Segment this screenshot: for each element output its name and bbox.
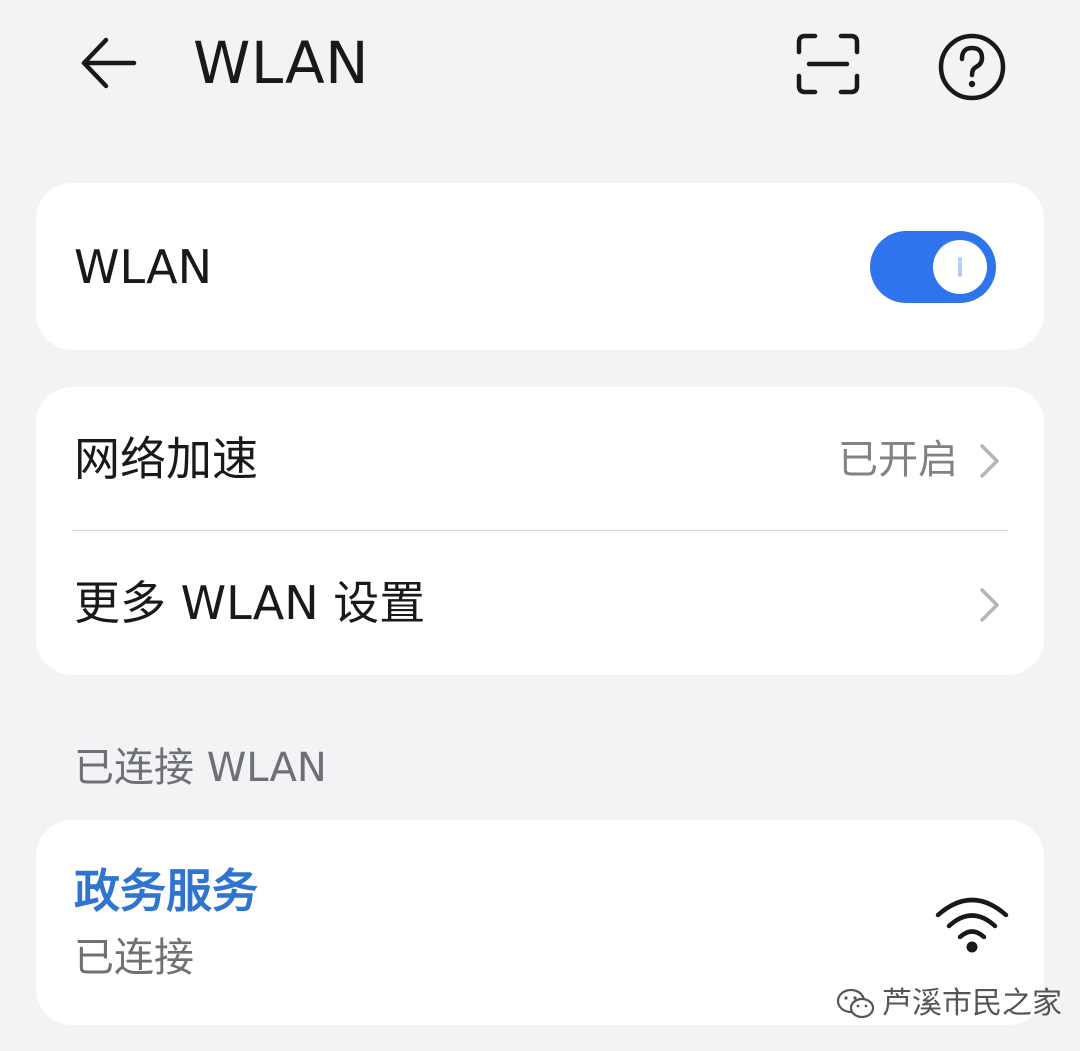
top-bar: WLAN <box>0 0 1080 130</box>
chevron-right-icon <box>980 444 999 478</box>
network-acceleration-label: 网络加速 <box>74 432 258 486</box>
page-title: WLAN <box>193 29 370 97</box>
network-name: 政务服务 <box>74 864 258 918</box>
network-acceleration-row[interactable]: 网络加速 已开启 <box>36 387 1044 531</box>
help-circle-icon <box>938 33 1006 101</box>
wlan-switch[interactable] <box>870 231 996 303</box>
chevron-right-icon <box>980 588 999 622</box>
more-wlan-settings-row[interactable]: 更多 WLAN 设置 <box>36 531 1044 675</box>
network-status: 已连接 <box>74 935 194 981</box>
scan-button[interactable] <box>790 28 866 100</box>
switch-knob <box>933 240 987 294</box>
wlan-toggle-card: WLAN <box>36 183 1044 350</box>
wifi-signal-icon <box>935 897 1009 953</box>
wechat-icon <box>836 988 875 1019</box>
more-wlan-settings-label: 更多 WLAN 设置 <box>74 576 426 630</box>
settings-card: 网络加速 已开启 更多 WLAN 设置 <box>36 387 1044 675</box>
help-button[interactable] <box>933 28 1011 106</box>
back-button[interactable] <box>70 30 146 96</box>
arrow-left-icon <box>81 37 137 89</box>
watermark-text: 芦溪市民之家 <box>882 986 1062 1021</box>
switch-on-mark <box>958 257 962 277</box>
scan-icon <box>796 33 860 95</box>
connected-section-header: 已连接 WLAN <box>74 745 327 791</box>
watermark: 芦溪市民之家 <box>836 984 1062 1024</box>
network-acceleration-value: 已开启 <box>838 437 958 483</box>
wlan-label: WLAN <box>74 240 213 294</box>
